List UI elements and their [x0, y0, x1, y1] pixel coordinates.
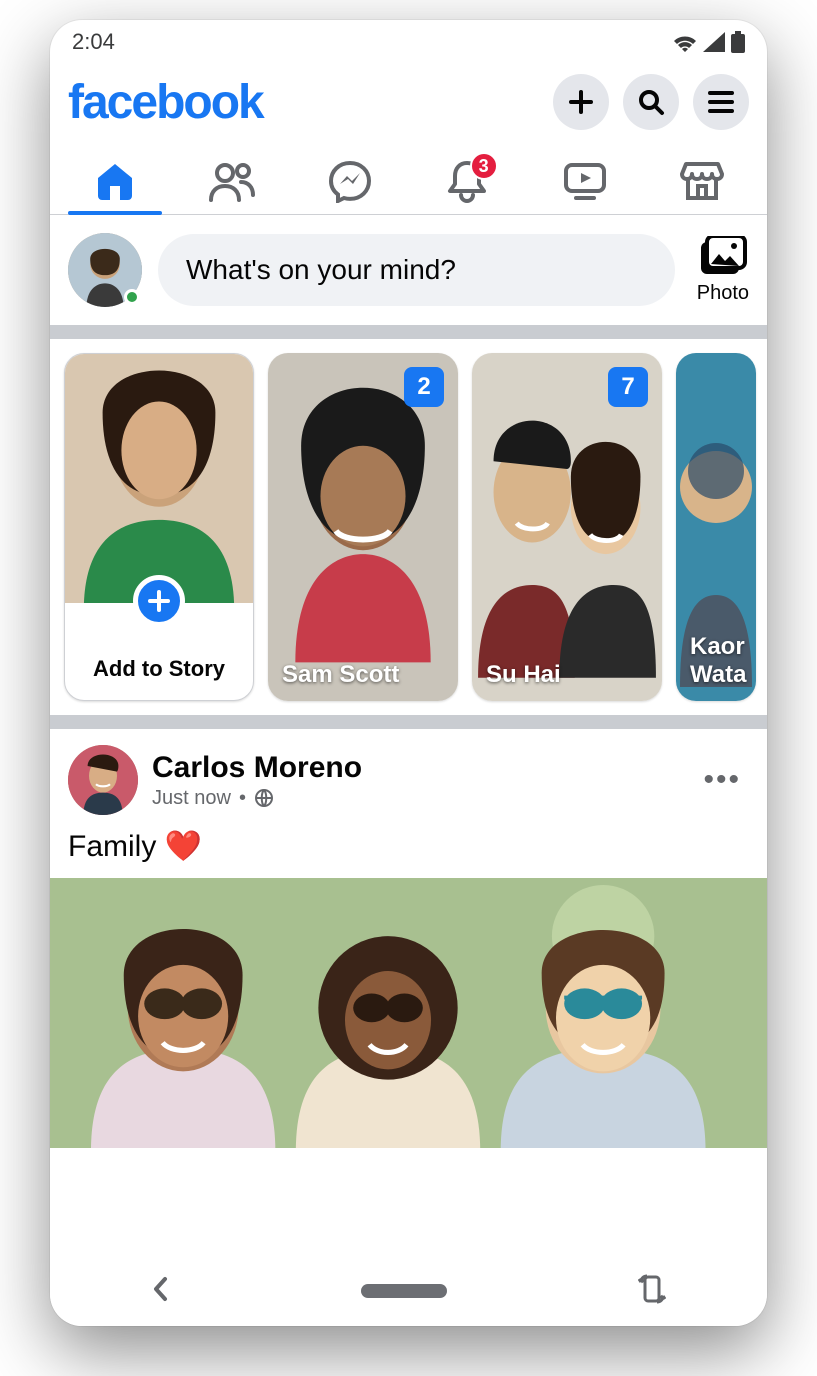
post-author-name[interactable]: Carlos Moreno — [152, 751, 681, 785]
story-count-badge: 2 — [404, 367, 444, 407]
post-meta-row: Just now • — [152, 787, 681, 810]
story-item[interactable]: Kaor Wata — [676, 353, 756, 701]
composer-photo-button[interactable]: Photo — [691, 236, 749, 305]
composer: What's on your mind? Photo — [50, 215, 767, 339]
rotate-icon — [638, 1274, 666, 1304]
chevron-left-icon — [151, 1275, 171, 1303]
tab-watch[interactable] — [526, 148, 644, 214]
post-more-button[interactable]: ••• — [695, 755, 749, 805]
photo-label: Photo — [697, 282, 749, 305]
system-navbar — [50, 1256, 767, 1326]
story-name: Sam Scott — [282, 661, 444, 689]
add-story-label: Add to Story — [65, 656, 253, 682]
post-author-avatar[interactable] — [68, 745, 138, 815]
hamburger-icon — [708, 91, 734, 113]
online-dot-icon — [124, 289, 140, 305]
story-name: Kaor Wata — [690, 633, 742, 689]
menu-button[interactable] — [693, 74, 749, 130]
plus-icon — [133, 575, 185, 627]
facebook-logo: facebook — [68, 75, 263, 130]
messenger-icon — [328, 159, 372, 203]
story-add[interactable]: Add to Story — [64, 353, 254, 701]
top-tabs: 3 — [50, 148, 767, 215]
home-icon — [94, 160, 136, 202]
search-icon — [637, 88, 665, 116]
tab-messenger[interactable] — [291, 148, 409, 214]
create-button[interactable] — [553, 74, 609, 130]
stories-row[interactable]: Add to Story 2 Sam Scott 7 Su Hai Kaor W… — [50, 339, 767, 729]
composer-placeholder: What's on your mind? — [186, 254, 456, 286]
post-image[interactable] — [50, 878, 767, 1148]
feed-post: Carlos Moreno Just now • ••• Family ❤️ — [50, 729, 767, 1148]
nav-switch-button[interactable] — [626, 1262, 678, 1321]
story-item[interactable]: 2 Sam Scott — [268, 353, 458, 701]
nav-back-button[interactable] — [139, 1263, 183, 1320]
status-bar: 2:04 — [50, 20, 767, 64]
composer-input[interactable]: What's on your mind? — [158, 234, 675, 306]
nav-home-pill[interactable] — [361, 1284, 447, 1298]
tab-home[interactable] — [56, 148, 174, 214]
meta-separator: • — [239, 787, 246, 810]
battery-icon — [731, 31, 745, 53]
tab-friends[interactable] — [174, 148, 292, 214]
story-count-badge: 7 — [608, 367, 648, 407]
friends-icon — [209, 160, 255, 202]
post-timestamp: Just now — [152, 787, 231, 810]
globe-icon — [254, 788, 274, 808]
tab-marketplace[interactable] — [644, 148, 762, 214]
status-time: 2:04 — [72, 29, 115, 55]
device-frame: 2:04 facebook — [50, 20, 767, 1326]
story-item[interactable]: 7 Su Hai — [472, 353, 662, 701]
search-button[interactable] — [623, 74, 679, 130]
photo-icon — [699, 236, 747, 278]
user-avatar[interactable] — [68, 233, 142, 307]
signal-icon — [703, 32, 725, 52]
wifi-icon — [673, 32, 697, 52]
notifications-badge: 3 — [470, 152, 498, 180]
story-name: Su Hai — [486, 661, 648, 689]
plus-icon — [567, 88, 595, 116]
watch-icon — [562, 161, 608, 201]
status-icons — [673, 31, 745, 53]
post-text: Family ❤️ — [50, 815, 767, 878]
marketplace-icon — [680, 160, 724, 202]
app-header: facebook — [50, 64, 767, 148]
post-header: Carlos Moreno Just now • ••• — [50, 745, 767, 815]
tab-notifications[interactable]: 3 — [409, 148, 527, 214]
